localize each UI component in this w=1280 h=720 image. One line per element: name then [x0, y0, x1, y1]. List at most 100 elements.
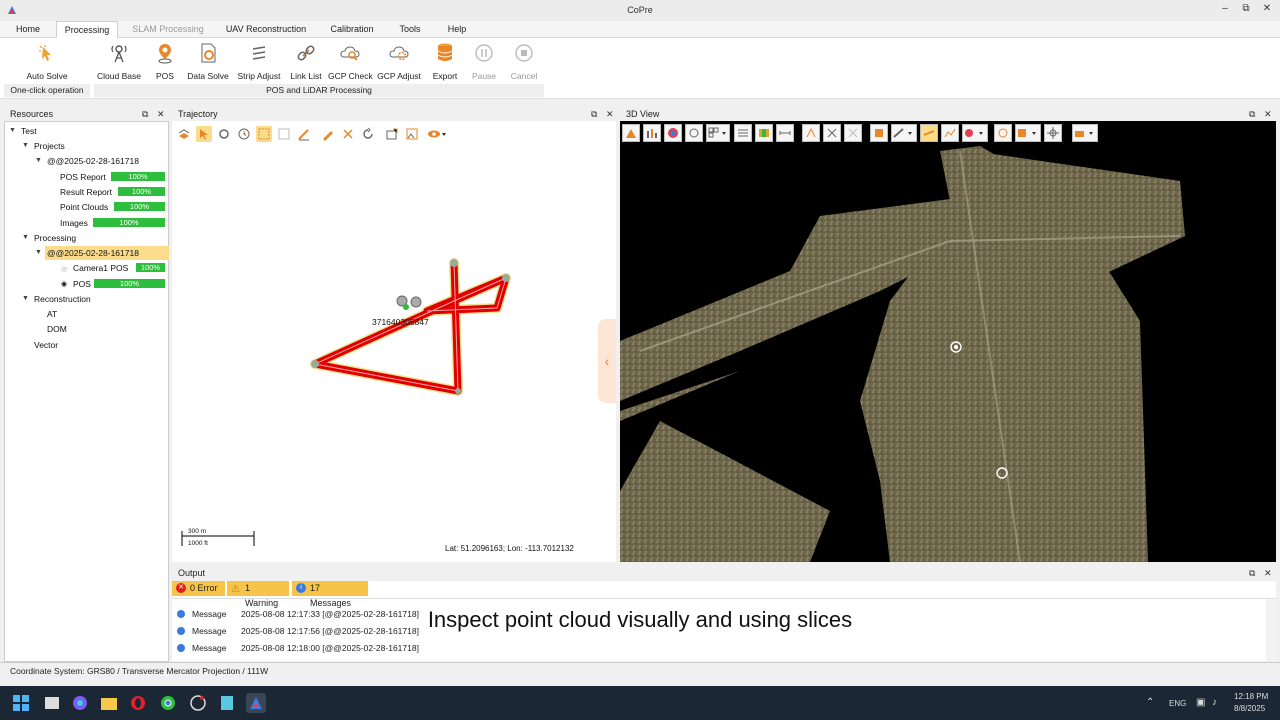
- copre-app-icon[interactable]: [246, 693, 266, 713]
- error-filter-button[interactable]: ✕ 0 Error: [172, 581, 225, 596]
- pos-button[interactable]: POS: [150, 41, 180, 85]
- network-icon[interactable]: ▣: [1196, 697, 1205, 708]
- file-explorer-icon[interactable]: [99, 693, 119, 713]
- clock-time[interactable]: 12:18 PM: [1234, 692, 1268, 701]
- crosshair-icon[interactable]: [1044, 124, 1062, 142]
- expand-icon[interactable]: ▼: [22, 234, 29, 241]
- menu-tools[interactable]: Tools: [392, 21, 428, 38]
- auto-solve-button[interactable]: Auto Solve: [22, 41, 72, 85]
- expand-icon[interactable]: ▼: [9, 127, 16, 134]
- warning-filter-button[interactable]: ⚠ 1 Warning: [227, 581, 289, 608]
- close-icon[interactable]: ✕: [1264, 566, 1272, 580]
- expand-icon[interactable]: ▼: [22, 295, 29, 302]
- expand-icon[interactable]: ▼: [22, 142, 29, 149]
- minimize-button[interactable]: –: [1217, 3, 1233, 14]
- language-indicator[interactable]: ENG: [1169, 699, 1186, 708]
- strip-adjust-button[interactable]: Strip Adjust: [236, 41, 282, 85]
- menu-help[interactable]: Help: [440, 21, 474, 38]
- trajectory-panel-header: Trajectory ⧉ ✕: [172, 107, 616, 121]
- clock-date[interactable]: 8/8/2025: [1234, 704, 1265, 713]
- tree-root[interactable]: Test: [21, 126, 37, 136]
- data-solve-button[interactable]: Data Solve: [186, 41, 230, 85]
- cut-disabled-icon[interactable]: [844, 124, 862, 142]
- cancel-button[interactable]: Cancel: [508, 41, 540, 85]
- float-icon[interactable]: ⧉: [591, 107, 597, 121]
- bar-color-icon[interactable]: [643, 124, 661, 142]
- windows-start-icon[interactable]: [11, 693, 31, 713]
- expand-icon[interactable]: ▼: [35, 249, 42, 256]
- close-button[interactable]: ✕: [1259, 3, 1275, 14]
- tree-item-at[interactable]: AT: [47, 309, 57, 319]
- task-view-icon[interactable]: [42, 693, 62, 713]
- menu-uav-reconstruction[interactable]: UAV Reconstruction: [220, 21, 312, 38]
- message-filter-button[interactable]: i 17 Messages: [292, 581, 368, 608]
- chrome-icon[interactable]: [158, 693, 178, 713]
- gcp-adjust-button[interactable]: GCP Adjust: [376, 41, 422, 85]
- trajectory-view[interactable]: 371640305847 300 m 1000 ft Lat: 51.20961…: [172, 121, 616, 562]
- tree-item-images[interactable]: Images: [60, 218, 88, 228]
- opera-icon[interactable]: [128, 693, 148, 713]
- float-icon[interactable]: ⧉: [1249, 566, 1255, 580]
- menu-home[interactable]: Home: [6, 21, 50, 38]
- tree-projects[interactable]: Projects: [34, 141, 65, 151]
- settings-dropdown-icon[interactable]: [1072, 124, 1098, 142]
- trajectory-map[interactable]: [172, 121, 616, 562]
- float-icon[interactable]: ⧉: [142, 107, 148, 121]
- slice-icon[interactable]: [920, 124, 938, 142]
- point-cloud-view[interactable]: [620, 121, 1276, 562]
- profile-icon[interactable]: [941, 124, 959, 142]
- tree-item-point-clouds[interactable]: Point Clouds: [60, 202, 108, 212]
- output-row[interactable]: Message 2025-08-08 12:17:56 [@@2025-02-2…: [172, 626, 422, 643]
- axis-icon[interactable]: [802, 124, 820, 142]
- 3d-mode-icon[interactable]: [994, 124, 1012, 142]
- pause-button[interactable]: Pause: [468, 41, 500, 85]
- tray-expand-icon[interactable]: ⌃: [1146, 697, 1154, 708]
- classify-dropdown-icon[interactable]: [962, 124, 988, 142]
- cloud-base-button[interactable]: Cloud Base: [94, 41, 144, 85]
- tree-vector[interactable]: Vector: [34, 340, 58, 350]
- menu-processing[interactable]: Processing: [56, 21, 118, 38]
- tree-proc-project[interactable]: @@2025-02-28-161718: [47, 248, 139, 258]
- collapse-panel-arrow-icon[interactable]: ‹: [598, 319, 616, 403]
- menu-calibration[interactable]: Calibration: [322, 21, 382, 38]
- maximize-button[interactable]: ⧉: [1238, 3, 1254, 14]
- close-icon[interactable]: ✕: [606, 107, 614, 121]
- sliders-icon[interactable]: [734, 124, 752, 142]
- grid-dropdown-icon[interactable]: [706, 124, 730, 142]
- tree-item-dom[interactable]: DOM: [47, 324, 67, 334]
- float-icon[interactable]: ⧉: [1249, 107, 1255, 121]
- expand-icon[interactable]: ▼: [35, 157, 42, 164]
- tree-item-pos[interactable]: POS: [73, 279, 91, 289]
- measure-icon[interactable]: [776, 124, 794, 142]
- point-cloud-render[interactable]: [620, 121, 1276, 562]
- volume-icon[interactable]: ♪: [1212, 697, 1217, 708]
- menu-slam-processing[interactable]: SLAM Processing: [126, 21, 210, 38]
- color-bar-icon[interactable]: [755, 124, 773, 142]
- tree-processing[interactable]: Processing: [34, 233, 76, 243]
- close-icon[interactable]: ✕: [1264, 107, 1272, 121]
- eye-icon[interactable]: ◎: [61, 265, 67, 273]
- copilot-icon[interactable]: [70, 693, 90, 713]
- gcp-check-button[interactable]: GCP Check: [328, 41, 373, 85]
- notepad-icon[interactable]: [217, 693, 237, 713]
- ruler-dropdown-icon[interactable]: [891, 124, 917, 142]
- output-row[interactable]: Message 2025-08-08 12:17:33 [@@2025-02-2…: [172, 609, 422, 626]
- cloud-icon[interactable]: [685, 124, 703, 142]
- output-scrollbar[interactable]: [1266, 599, 1276, 661]
- home-view-icon[interactable]: [622, 124, 640, 142]
- link-list-button[interactable]: Link List: [288, 41, 324, 85]
- cut-icon[interactable]: [823, 124, 841, 142]
- cube-dropdown-icon[interactable]: [1015, 124, 1041, 142]
- tree-item-result-report[interactable]: Result Report: [60, 187, 112, 197]
- export-button[interactable]: Export: [426, 41, 464, 85]
- close-icon[interactable]: ✕: [157, 107, 165, 121]
- tree-item-camera1-pos[interactable]: Camera1 POS: [73, 263, 128, 273]
- github-icon[interactable]: [188, 693, 208, 713]
- box-icon[interactable]: [870, 124, 888, 142]
- output-row[interactable]: Message 2025-08-08 12:18:00 [@@2025-02-2…: [172, 643, 422, 660]
- tree-project[interactable]: @@2025-02-28-161718: [47, 156, 139, 166]
- tree-reconstruction[interactable]: Reconstruction: [34, 294, 91, 304]
- eye-icon[interactable]: ◉: [61, 280, 67, 288]
- color-wheel-icon[interactable]: [664, 124, 682, 142]
- tree-item-pos-report[interactable]: POS Report: [60, 172, 106, 182]
